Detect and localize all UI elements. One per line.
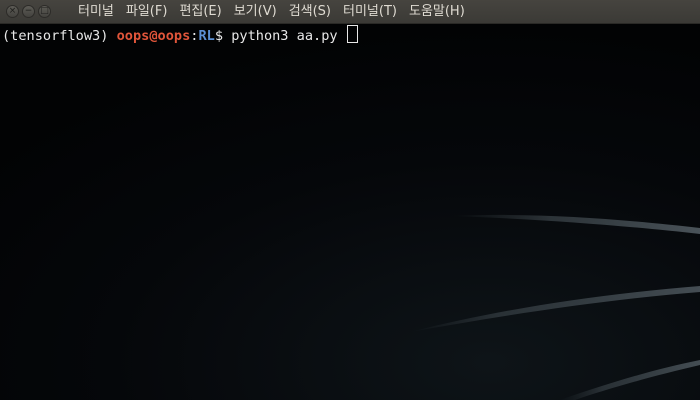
close-window-button[interactable]: × bbox=[6, 5, 19, 18]
text-cursor bbox=[346, 25, 358, 43]
background-wallpaper bbox=[0, 24, 700, 400]
menu-view[interactable]: 보기(V) bbox=[228, 0, 283, 24]
user-host: oops@oops bbox=[116, 28, 191, 44]
minimize-window-button[interactable]: − bbox=[22, 5, 35, 18]
menu-search[interactable]: 검색(S) bbox=[283, 0, 337, 24]
maximize-window-button[interactable]: □ bbox=[38, 5, 51, 18]
window-controls: × − □ bbox=[0, 5, 64, 18]
prompt-symbol: $ bbox=[214, 28, 224, 44]
menu-help[interactable]: 도움말(H) bbox=[403, 0, 471, 24]
terminal-area[interactable]: (tensorflow3) oops@oops:RL$ python3 aa.p… bbox=[0, 24, 700, 400]
minimize-icon: − bbox=[24, 6, 33, 16]
conda-env: (tensorflow3) bbox=[2, 28, 109, 44]
terminal-window: × − □ 터미널 파일(F) 편집(E) 보기(V) 검색(S) 터미널(T)… bbox=[0, 0, 700, 400]
close-icon: × bbox=[8, 6, 17, 16]
menu-terminal-app[interactable]: 터미널 bbox=[72, 0, 120, 24]
maximize-icon: □ bbox=[40, 6, 49, 16]
menu-bar: × − □ 터미널 파일(F) 편집(E) 보기(V) 검색(S) 터미널(T)… bbox=[0, 0, 700, 24]
menu-items: 터미널 파일(F) 편집(E) 보기(V) 검색(S) 터미널(T) 도움말(H… bbox=[72, 0, 471, 24]
working-directory: RL bbox=[198, 28, 215, 44]
menu-terminal[interactable]: 터미널(T) bbox=[337, 0, 403, 24]
prompt-line: (tensorflow3) oops@oops:RL$ python3 aa.p… bbox=[2, 25, 358, 46]
menu-file[interactable]: 파일(F) bbox=[120, 0, 174, 24]
command-input[interactable]: python3 aa.py bbox=[231, 28, 337, 44]
background-fill bbox=[0, 24, 700, 400]
menu-edit[interactable]: 편집(E) bbox=[173, 0, 227, 24]
